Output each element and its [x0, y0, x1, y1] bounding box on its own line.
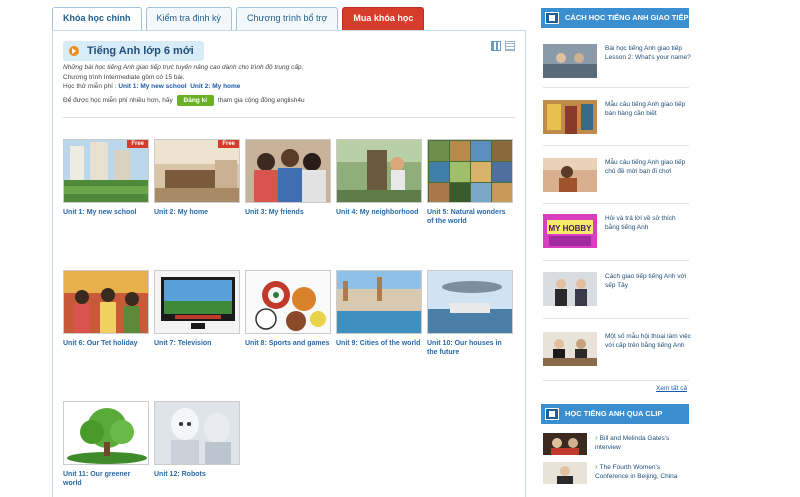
unit-card-8[interactable]: Unit 8: Sports and games	[245, 270, 331, 348]
unit-label[interactable]: Unit 3: My friends	[245, 208, 331, 217]
article-thumbnail[interactable]	[543, 100, 597, 134]
tab-main-course[interactable]: Khóa học chính	[52, 7, 142, 32]
unit-thumbnail[interactable]	[336, 139, 422, 203]
unit-thumbnail[interactable]	[154, 270, 240, 334]
unit-card-10[interactable]: Unit 10: Our houses in the future	[427, 270, 513, 357]
unit-card-1[interactable]: Free Unit 1: My new school	[63, 139, 149, 217]
unit-label[interactable]: Unit 4: My neighborhood	[336, 208, 422, 217]
free-badge: Free	[218, 140, 239, 148]
unit-label[interactable]: Unit 6: Our Tet holiday	[63, 339, 149, 348]
article-thumbnail[interactable]	[543, 272, 597, 306]
divider	[543, 380, 689, 381]
sidebar-header-communication: CÁCH HỌC TIẾNG ANH GIAO TIẾP	[541, 8, 689, 28]
unit-card-9[interactable]: Unit 9: Cities of the world	[336, 270, 422, 348]
unit-label[interactable]: Unit 8: Sports and games	[245, 339, 331, 348]
desc-line-2: Chương trình Intermediate gồm có 15 bài.	[63, 73, 185, 81]
trial-link-unit2[interactable]: Unit 2: My home	[190, 83, 240, 90]
article-thumbnail[interactable]	[543, 158, 597, 192]
clip-title-text[interactable]: The Fourth Women's Conference in Beijing…	[595, 464, 677, 480]
unit-card-6[interactable]: Unit 6: Our Tet holiday	[63, 270, 149, 348]
svg-text:MY HOBBY: MY HOBBY	[549, 224, 593, 233]
unit-thumbnail[interactable]	[245, 139, 331, 203]
clip-title[interactable]: › The Fourth Women's Conference in Beijin…	[595, 462, 691, 481]
unit-label[interactable]: Unit 7: Television	[154, 339, 240, 348]
tab-periodic-test[interactable]: Kiểm tra định kỳ	[145, 7, 233, 30]
article-title[interactable]: Mẫu câu tiếng Anh giao tiếp chủ đề mời b…	[605, 158, 691, 176]
unit-thumbnail[interactable]	[427, 139, 513, 203]
trial-line: Học thử miễn phí : Unit 1: My new school…	[63, 82, 503, 92]
sidebar-header-clips: HỌC TIẾNG ANH QUA CLIP	[541, 404, 689, 424]
article-title[interactable]: Cách giao tiếp tiếng Anh với sếp Tây	[605, 272, 691, 290]
unit-thumbnail[interactable]	[63, 401, 149, 465]
desc-line-1: Những bài học tiếng Anh giao tiếp trực t…	[63, 64, 304, 71]
unit-label[interactable]: Unit 5: Natural wonders of the world	[427, 208, 513, 226]
unit-thumbnail[interactable]	[336, 270, 422, 334]
unit-label[interactable]: Unit 1: My new school	[63, 208, 149, 217]
article-thumbnail[interactable]	[543, 332, 597, 366]
signup-button[interactable]: Đăng kí	[176, 94, 215, 106]
article-thumbnail[interactable]: MY HOBBY	[543, 214, 597, 248]
course-title: Tiếng Anh lớp 6 mới	[63, 41, 204, 61]
clip-title[interactable]: › Bill and Melinda Gates's interview	[595, 433, 691, 452]
see-all-link[interactable]: Xem tất cả	[656, 385, 687, 392]
divider	[543, 145, 689, 146]
course-description: Những bài học tiếng Anh giao tiếp trực t…	[63, 63, 503, 106]
article-title[interactable]: Bài học tiếng Anh giao tiếp Lesson 2: Wh…	[605, 44, 691, 62]
sidebar-header-text: CÁCH HỌC TIẾNG ANH GIAO TIẾP	[565, 13, 689, 22]
unit-thumbnail[interactable]	[427, 270, 513, 334]
bullet-icon: ›	[595, 433, 598, 442]
course-panel: Tiếng Anh lớp 6 mới Những bài học tiếng …	[52, 30, 526, 497]
divider	[543, 318, 689, 319]
unit-card-12[interactable]: Unit 12: Robots	[154, 401, 240, 479]
bullet-play-icon	[69, 46, 79, 56]
clip-thumbnail[interactable]	[543, 462, 587, 484]
unit-thumbnail[interactable]	[245, 270, 331, 334]
signup-prefix: Để được học miễn phí nhiều hơn, hãy	[63, 96, 173, 104]
unit-label[interactable]: Unit 2: My home	[154, 208, 240, 217]
article-thumbnail[interactable]	[543, 44, 597, 78]
signup-line: Để được học miễn phí nhiều hơn, hãy Đăng…	[63, 94, 503, 106]
unit-card-2[interactable]: Free Unit 2: My home	[154, 139, 240, 217]
course-title-text: Tiếng Anh lớp 6 mới	[87, 45, 194, 57]
tab-supplementary[interactable]: Chương trình bổ trợ	[236, 7, 339, 30]
unit-card-5[interactable]: Unit 5: Natural wonders of the world	[427, 139, 513, 226]
free-badge: Free	[127, 140, 148, 148]
unit-label[interactable]: Unit 9: Cities of the world	[336, 339, 422, 348]
trial-link-unit1[interactable]: Unit 1: My new school	[118, 83, 186, 90]
view-toggle	[491, 41, 515, 51]
divider	[543, 203, 689, 204]
unit-label[interactable]: Unit 10: Our houses in the future	[427, 339, 513, 357]
article-title[interactable]: Mẫu câu tiếng Anh giao tiếp bán hàng cần…	[605, 100, 691, 118]
unit-thumbnail[interactable]	[154, 401, 240, 465]
unit-thumbnail[interactable]: Free	[154, 139, 240, 203]
book-icon	[545, 12, 559, 24]
clip-thumbnail[interactable]	[543, 433, 587, 455]
bullet-icon: ›	[595, 462, 598, 471]
unit-thumbnail[interactable]: Free	[63, 139, 149, 203]
unit-card-7[interactable]: Unit 7: Television	[154, 270, 240, 348]
divider	[63, 117, 515, 118]
article-title[interactable]: Một số mẫu hội thoại làm việc với cấp tr…	[605, 332, 691, 350]
sidebar-header-text: HỌC TIẾNG ANH QUA CLIP	[565, 409, 663, 418]
signup-suffix: tham gia cộng đồng english4u	[217, 96, 305, 104]
list-view-icon[interactable]	[505, 41, 515, 51]
unit-card-4[interactable]: Unit 4: My neighborhood	[336, 139, 422, 217]
unit-label[interactable]: Unit 11: Our greener world	[63, 470, 149, 488]
unit-card-3[interactable]: Unit 3: My friends	[245, 139, 331, 217]
divider	[543, 260, 689, 261]
video-icon	[545, 408, 559, 420]
clip-title-text[interactable]: Bill and Melinda Gates's interview	[595, 435, 669, 451]
trial-prefix: Học thử miễn phí :	[63, 83, 117, 90]
course-tabs: Khóa học chính Kiểm tra định kỳ Chương t…	[52, 7, 428, 32]
unit-card-11[interactable]: Unit 11: Our greener world	[63, 401, 149, 488]
unit-thumbnail[interactable]	[63, 270, 149, 334]
unit-label[interactable]: Unit 12: Robots	[154, 470, 240, 479]
article-title[interactable]: Hỏi và trả lời về sở thích bằng tiếng An…	[605, 214, 691, 232]
divider	[543, 87, 689, 88]
grid-view-icon[interactable]	[491, 41, 501, 51]
buy-course-button[interactable]: Mua khóa học	[342, 7, 425, 30]
